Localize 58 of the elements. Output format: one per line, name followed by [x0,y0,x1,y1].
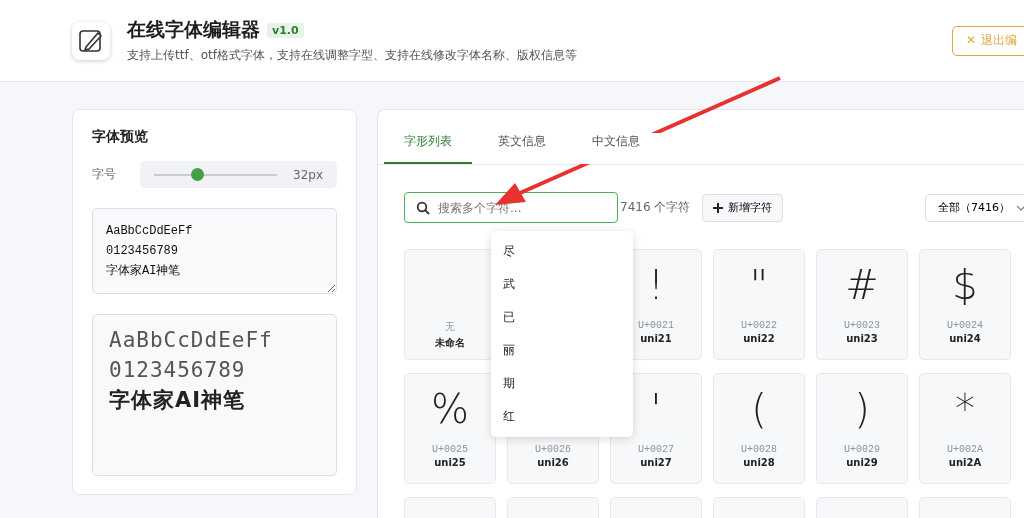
slider-thumb[interactable] [191,168,205,181]
glyph-name: uni25 [434,457,466,468]
glyph-name: uni21 [640,333,672,344]
glyph-name: uni22 [743,333,775,344]
sample-text-input[interactable]: AaBbCcDdEeFf 0123456789 字体家AI神笔 [92,208,337,294]
glyph-card[interactable]: % U+0025 uni25 [404,373,496,484]
chevron-down-icon [1016,204,1024,211]
filter-dropdown[interactable]: 全部（7416） [925,193,1024,222]
pen-logo-icon [72,21,110,60]
glyph-name: uni27 [640,457,672,468]
glyph-code: U+0027 [638,444,674,455]
glyph-card[interactable]: * U+002A uni2A [919,373,1011,484]
app-subtitle: 支持上传ttf、otf格式字体，支持在线调整字型、支持在线修改字体名称、版权信息等 [127,47,577,64]
glyph-code: U+0024 [947,320,983,331]
glyph-char: # [845,262,879,308]
glyph-name: 未命名 [435,336,465,350]
glyph-char: ! [647,262,664,308]
search-field[interactable]: 搜索多个字符... [404,192,618,223]
glyph-name: uni29 [846,457,878,468]
tab[interactable]: 字形列表 [384,133,472,164]
glyph-code: U+002A [947,444,983,455]
preview-line: 字体家AI神笔 [109,387,246,414]
glyph-name: uni2A [948,457,982,468]
glyph-card[interactable]: " U+0022 uni22 [713,249,805,360]
glyph-char: * [955,386,975,432]
glyph-code: U+0023 [844,320,880,331]
glyph-char: ' [650,386,662,432]
glyph-count: 7416 个字符 [620,199,691,216]
glyph-card[interactable]: ) U+0029 uni29 [816,373,908,484]
glyph-code: U+0022 [741,320,777,331]
preview-title: 字体预览 [92,128,149,146]
glyph-card[interactable]: # U+0023 uni23 [816,249,908,360]
version-badge: v1.0 [267,22,304,38]
glyph-code: U+0025 [432,444,468,455]
glyph-char: " [749,262,769,308]
app-title: 在线字体编辑器 [127,17,260,42]
glyph-code: U+0028 [741,444,777,455]
glyph-name: uni23 [846,333,878,344]
preview-line: 0123456789 [109,357,246,384]
glyph-char: % [431,386,469,432]
glyph-code: U+0021 [638,320,674,331]
glyph-card[interactable]: ( U+0028 uni28 [713,373,805,484]
size-value: 32px [293,167,323,182]
plus-icon [713,202,724,213]
preview-line: AaBbCcDdEeFf [109,327,273,354]
glyph-code: U+0026 [535,444,571,455]
glyph-name: uni28 [743,457,775,468]
size-label: 字号 [92,166,117,183]
add-glyph-button[interactable]: 新增字符 [702,193,784,222]
glyph-code: U+0029 [844,444,880,455]
glyph-char: ) [854,386,870,432]
glyph-char: ( [751,386,767,432]
glyph-code: 无 [445,321,455,334]
glyph-char: $ [952,262,978,308]
search-icon [416,201,430,215]
glyph-card[interactable]: $ U+0024 uni24 [919,249,1011,360]
glyph-name: uni24 [949,333,981,344]
glyph-name: uni26 [537,457,569,468]
